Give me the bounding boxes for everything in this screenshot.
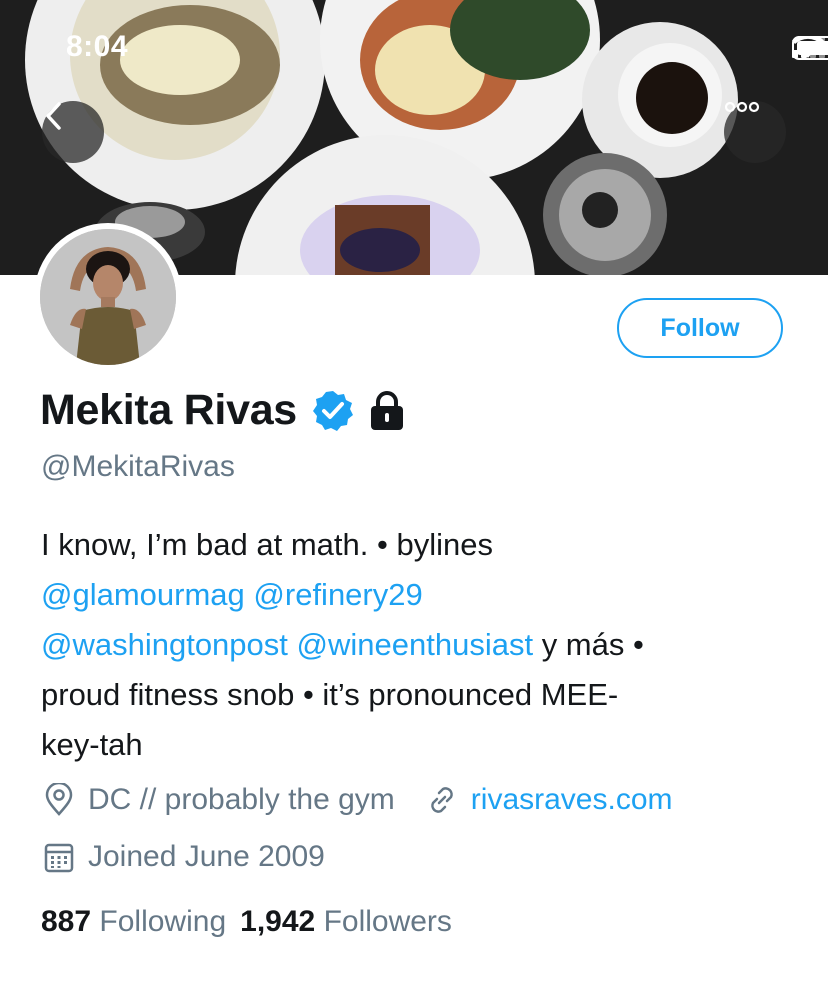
- mention-link-glamourmag[interactable]: @glamourmag: [41, 577, 245, 612]
- followers-count: 1,942: [240, 905, 316, 938]
- bio-text: I know, I’m bad at math. • bylines: [41, 527, 493, 562]
- followers-label: Followers: [323, 905, 452, 938]
- chevron-left-icon: [46, 102, 61, 130]
- status-bar-time: 8:04: [66, 30, 129, 63]
- calendar-icon: [44, 843, 74, 873]
- location-pin-icon: [45, 783, 73, 816]
- follow-button[interactable]: Follow: [617, 298, 783, 358]
- back-button[interactable]: [42, 101, 104, 163]
- bio-line: @washingtonpost @wineenthusiast y más •: [41, 620, 801, 670]
- joined-date-text: Joined June 2009: [88, 840, 325, 873]
- profile-bio: I know, I’m bad at math. • bylines @glam…: [41, 520, 801, 770]
- profile-name-row: Mekita Rivas: [40, 386, 405, 435]
- avatar: [40, 229, 176, 365]
- following-stat[interactable]: 887 Following: [41, 905, 226, 939]
- followers-stat[interactable]: 1,942 Followers: [240, 905, 452, 939]
- bio-line: @glamourmag @refinery29: [41, 570, 801, 620]
- mention-link-washingtonpost[interactable]: @washingtonpost: [41, 627, 288, 662]
- link-icon: [431, 787, 453, 813]
- bio-text: key-tah: [41, 727, 143, 762]
- more-options-button[interactable]: [724, 101, 786, 163]
- avatar-photo: [40, 229, 176, 365]
- ellipsis-icon: [724, 101, 760, 113]
- joined-row: Joined June 2009: [44, 840, 325, 874]
- bio-text: y más •: [533, 627, 644, 662]
- bio-text: proud fitness snob • it’s pronounced MEE…: [41, 677, 619, 712]
- follow-stats: 887 Following 1,942 Followers: [41, 905, 452, 939]
- profile-handle: @MekitaRivas: [41, 450, 235, 483]
- bio-line: proud fitness snob • it’s pronounced MEE…: [41, 670, 801, 720]
- mention-link-wineenthusiast[interactable]: @wineenthusiast: [297, 627, 534, 662]
- location-row: DC // probably the gym rivasraves.com: [44, 783, 673, 817]
- location-text: DC // probably the gym: [88, 783, 395, 816]
- bio-line: key-tah: [41, 720, 801, 770]
- website-link[interactable]: rivasraves.com: [471, 783, 673, 817]
- profile-name: Mekita Rivas: [40, 386, 297, 434]
- following-label: Following: [99, 905, 227, 938]
- following-count: 887: [41, 905, 92, 938]
- bio-line: I know, I’m bad at math. • bylines: [41, 520, 801, 570]
- battery-icon: [792, 36, 828, 60]
- avatar-frame[interactable]: [34, 223, 182, 371]
- mention-link-refinery29[interactable]: @refinery29: [253, 577, 422, 612]
- verified-badge-icon: [312, 390, 353, 431]
- lock-icon: [370, 390, 403, 430]
